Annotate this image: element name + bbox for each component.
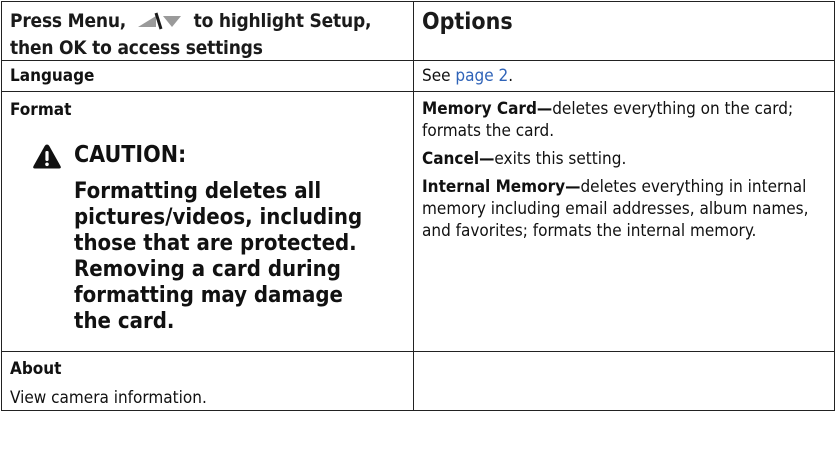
- see-suffix: .: [508, 66, 514, 86]
- header-cell-right: Options: [413, 1, 835, 61]
- about-options-cell: [413, 351, 835, 411]
- table-row-language: Language See page 2.: [1, 60, 835, 92]
- caution-title: CAUTION:: [74, 142, 187, 168]
- table-row-about: About View camera information.: [1, 351, 835, 411]
- about-label: About: [10, 359, 62, 379]
- header-part2: to highlight Setup,: [193, 10, 372, 32]
- header-part1: Press Menu,: [10, 10, 127, 32]
- table-row-format: Format CAUTION: Formatting deletes all p…: [1, 91, 835, 352]
- option-memory-card: Memory Card—deletes everything on the ca…: [422, 98, 826, 142]
- option-desc: exits this setting.: [494, 149, 627, 169]
- language-options-cell: See page 2.: [413, 60, 835, 92]
- up-down-arrow-icon: [136, 12, 184, 36]
- about-label-cell: About View camera information.: [1, 351, 414, 411]
- format-options: Memory Card—deletes everything on the ca…: [414, 92, 834, 242]
- option-name: Memory Card—: [422, 99, 553, 119]
- warning-triangle-icon: [32, 143, 62, 170]
- about-description: View camera information.: [2, 380, 413, 409]
- format-options-cell: Memory Card—deletes everything on the ca…: [413, 91, 835, 352]
- header-instruction: Press Menu, to highlight Setup, then OK …: [2, 2, 413, 60]
- language-label-cell: Language: [1, 60, 414, 92]
- option-name: Cancel—: [422, 149, 495, 169]
- format-label-cell: Format CAUTION: Formatting deletes all p…: [1, 91, 414, 352]
- caution-text: Formatting deletes all pictures/videos, …: [74, 179, 363, 334]
- options-heading: Options: [422, 9, 513, 35]
- header-row: Press Menu, to highlight Setup, then OK …: [1, 1, 835, 61]
- option-name: Internal Memory—: [422, 177, 581, 197]
- format-label: Format: [10, 100, 72, 120]
- language-label: Language: [10, 66, 95, 86]
- settings-table: Press Menu, to highlight Setup, then OK …: [1, 1, 835, 411]
- option-internal-memory: Internal Memory—deletes everything in in…: [422, 176, 826, 242]
- language-options: See page 2.: [414, 61, 834, 87]
- caution-box: CAUTION: Formatting deletes all pictures…: [2, 121, 413, 351]
- header-cell-left: Press Menu, to highlight Setup, then OK …: [1, 1, 414, 61]
- header-line2: then OK to access settings: [10, 37, 263, 59]
- option-cancel: Cancel—exits this setting.: [422, 148, 826, 170]
- see-prefix: See: [422, 66, 456, 86]
- page-2-link[interactable]: page 2: [455, 66, 508, 86]
